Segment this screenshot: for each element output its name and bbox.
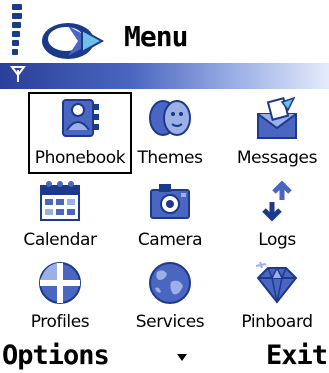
menu-item-phonebook[interactable]: Phonebook [28, 92, 132, 174]
calendar-icon [40, 181, 80, 221]
antenna-icon [10, 66, 26, 82]
pinboard-icon [255, 261, 298, 304]
menu-item-label: Profiles [30, 312, 90, 332]
profiles-icon [39, 262, 81, 304]
softkey-bar: Options Exit [0, 340, 329, 373]
services-icon [149, 262, 191, 304]
menu-item-label: Logs [258, 230, 296, 250]
messages-icon [257, 96, 297, 139]
menu-item-label: Camera [137, 230, 203, 250]
scroll-down-icon [177, 354, 187, 361]
menu-grid: Phonebook Themes Messages Calendar Camer… [0, 92, 329, 340]
menu-item-camera[interactable]: Camera [118, 176, 222, 256]
menu-item-label: Themes [137, 148, 203, 168]
menu-app-icon [42, 23, 105, 59]
camera-icon [150, 184, 190, 219]
phonebook-icon [62, 99, 99, 137]
page-title: Menu [124, 20, 188, 53]
menu-item-profiles[interactable]: Profiles [8, 258, 112, 338]
logs-icon [262, 180, 292, 222]
themes-icon [149, 100, 191, 136]
menu-item-label: Services [135, 312, 205, 332]
menu-item-themes[interactable]: Themes [118, 94, 222, 174]
signal-strength-icon [12, 4, 24, 68]
options-softkey[interactable]: Options [2, 340, 110, 371]
menu-item-label: Phonebook [34, 148, 126, 168]
exit-softkey[interactable]: Exit [266, 340, 328, 371]
menu-item-label: Pinboard [241, 312, 313, 332]
status-header: Menu [0, 0, 329, 92]
menu-item-services[interactable]: Services [118, 258, 222, 338]
menu-item-label: Calendar [23, 230, 97, 250]
menu-item-label: Messages [236, 148, 318, 168]
title-band [0, 63, 329, 89]
menu-item-logs[interactable]: Logs [225, 176, 329, 256]
menu-item-calendar[interactable]: Calendar [8, 176, 112, 256]
menu-item-messages[interactable]: Messages [225, 94, 329, 174]
menu-item-pinboard[interactable]: Pinboard [225, 258, 329, 338]
